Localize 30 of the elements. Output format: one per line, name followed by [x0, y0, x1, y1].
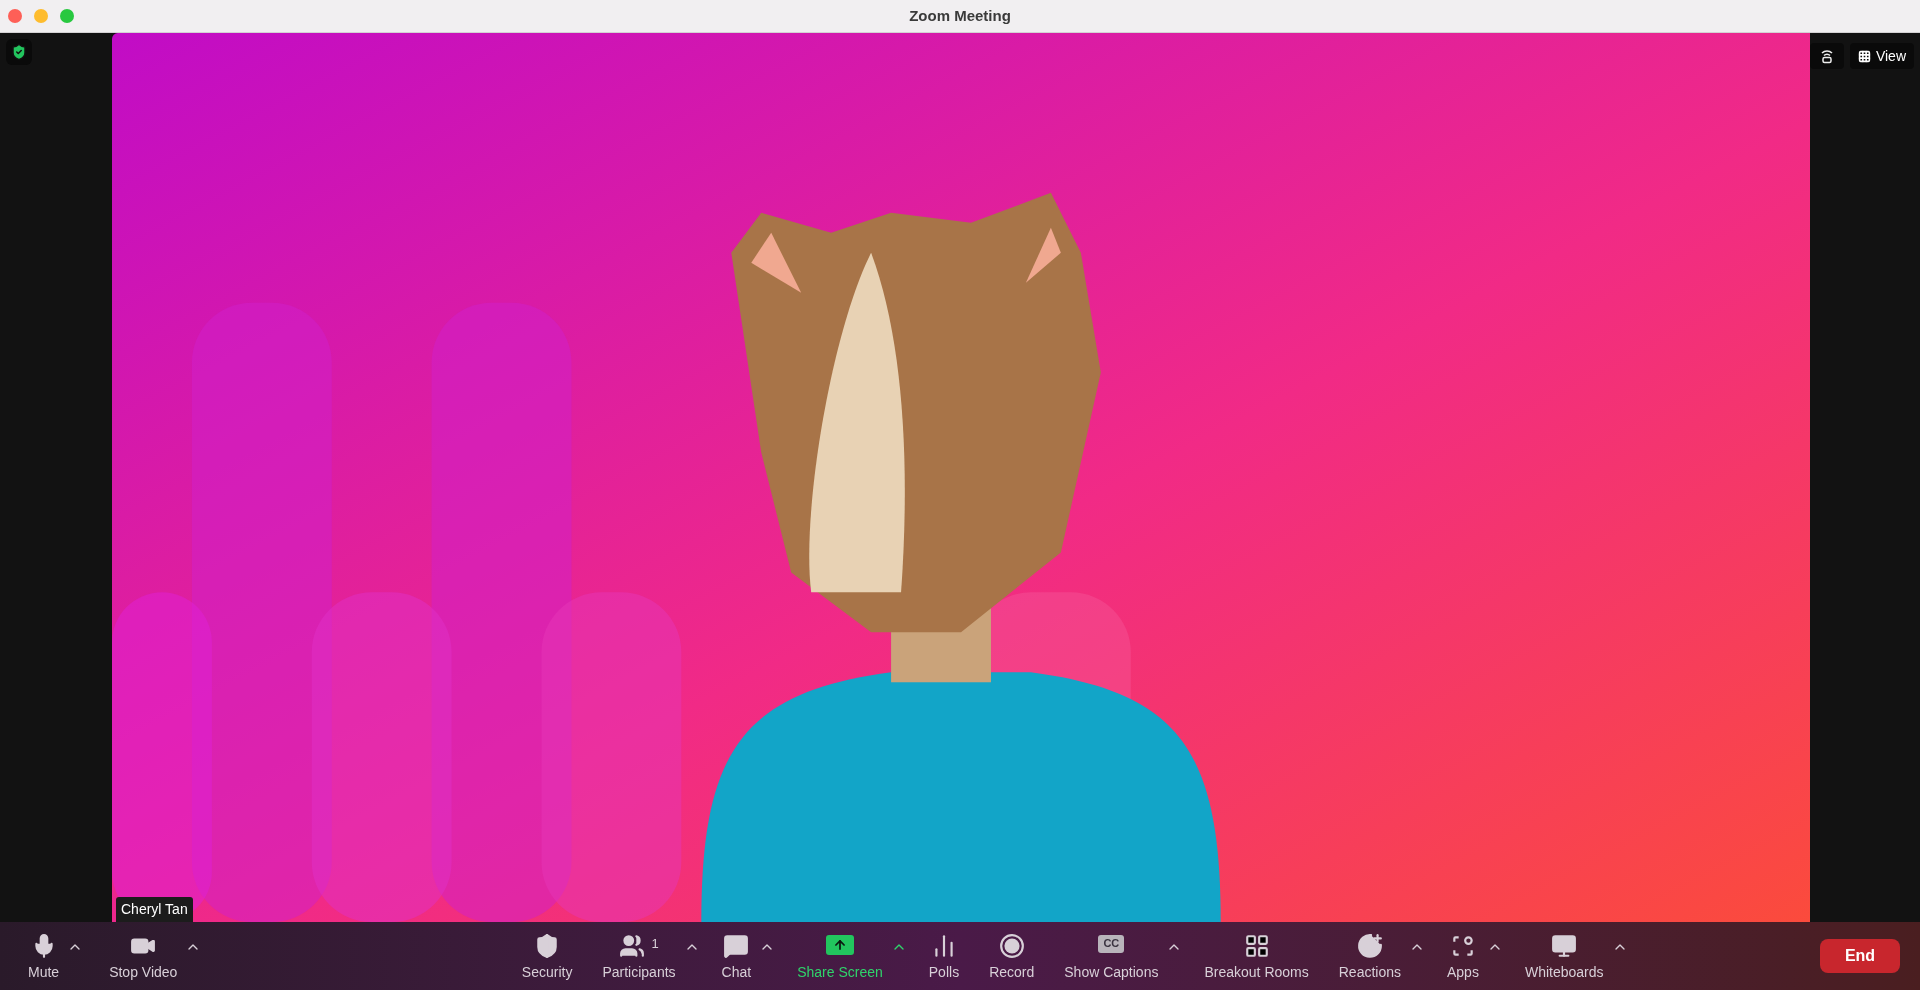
toolbar-button[interactable]: Whiteboards	[1516, 925, 1612, 987]
encryption-shield-button[interactable]	[6, 39, 32, 65]
participant-name-label: Cheryl Tan	[116, 897, 193, 922]
toolbar-button[interactable]: CC Show Captions	[1056, 925, 1167, 987]
whiteboard-icon	[1551, 933, 1578, 959]
toolbar-button[interactable]: Apps	[1439, 925, 1487, 987]
toolbar-button[interactable]: Chat	[713, 925, 760, 987]
toolbar-button[interactable]: Security	[513, 925, 581, 987]
shield-check-icon	[10, 43, 28, 61]
toolbar-button[interactable]: Record	[981, 925, 1043, 987]
toolbar-button[interactable]: 1 Participants	[594, 925, 684, 987]
toolbar-button[interactable]: Breakout Rooms	[1196, 925, 1317, 987]
toolbar-button[interactable]: Mute	[20, 925, 68, 987]
close-window-button[interactable]	[8, 9, 22, 23]
signal-icon	[1818, 48, 1835, 64]
end-meeting-button[interactable]: End	[1820, 939, 1900, 973]
immersive-button[interactable]	[1809, 43, 1844, 69]
people-icon	[619, 933, 646, 959]
toolbar-button[interactable]: Polls	[920, 925, 968, 987]
grid-icon	[1243, 933, 1270, 959]
toolbar-button[interactable]: Share Screen	[789, 925, 891, 987]
toolbar-button[interactable]: Reactions	[1330, 925, 1409, 987]
share-screen-icon	[825, 935, 854, 955]
toolbar-button[interactable]: Stop Video	[101, 925, 186, 987]
window-title: Zoom Meeting	[909, 5, 1011, 26]
grid-icon	[1857, 49, 1871, 63]
chat-bubble-icon	[723, 933, 750, 959]
record-icon	[998, 933, 1025, 959]
view-button[interactable]: View	[1849, 43, 1914, 69]
captions-icon: CC	[1098, 935, 1125, 953]
